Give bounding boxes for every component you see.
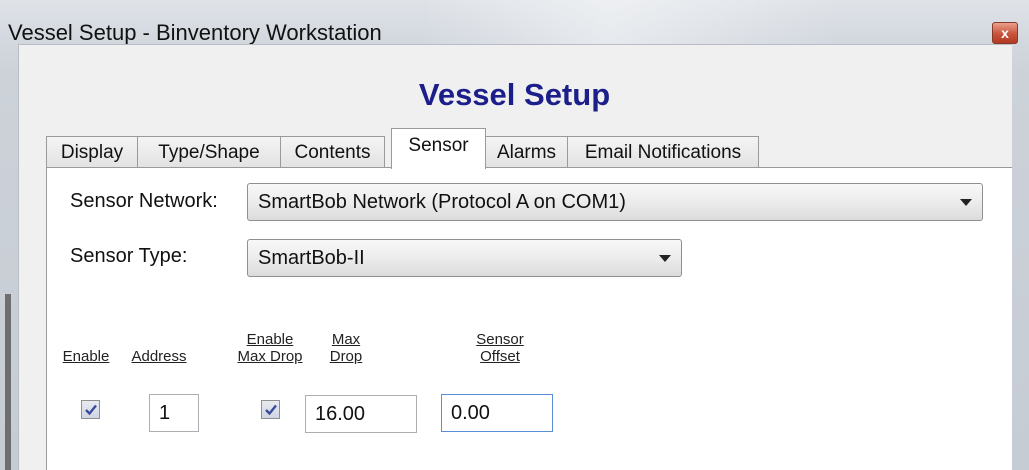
column-header-enable-max-drop-line1: Enable [246, 331, 294, 348]
close-button[interactable]: x [992, 22, 1018, 44]
enable-max-drop-checkbox[interactable] [261, 400, 280, 419]
enable-checkbox[interactable] [81, 400, 100, 419]
sensor-network-label: Sensor Network: [70, 190, 218, 212]
page-title: Vessel Setup [418, 77, 611, 112]
dropdown-arrow-icon [659, 255, 671, 262]
column-header-sensor-offset: Sensor Offset [465, 331, 535, 365]
sensor-type-dropdown[interactable]: SmartBob-II [247, 239, 682, 277]
column-header-sensor-offset-line1: Sensor [476, 331, 524, 348]
tab-email-notifications[interactable]: Email Notifications [567, 136, 759, 168]
tab-sensor[interactable]: Sensor [391, 128, 486, 169]
address-input[interactable]: 1 [149, 394, 199, 432]
column-header-max-drop: Max Drop [321, 331, 371, 365]
tab-type-shape[interactable]: Type/Shape [137, 136, 281, 168]
max-drop-input[interactable]: 16.00 [305, 395, 417, 433]
column-header-enable-max-drop-line2: Max Drop [237, 348, 303, 365]
column-header-enable: Enable [62, 348, 110, 365]
tab-display[interactable]: Display [46, 136, 138, 168]
column-header-enable-text: Enable [62, 348, 110, 365]
sensor-type-label: Sensor Type: [70, 245, 188, 267]
window-title: Vessel Setup - Binventory Workstation [8, 20, 382, 45]
dropdown-arrow-icon [960, 199, 972, 206]
checkmark-icon [85, 404, 97, 416]
sensor-tab-panel: Sensor Network: SmartBob Network (Protoc… [46, 167, 1012, 470]
column-header-max-drop-line1: Max [331, 331, 361, 348]
column-header-sensor-offset-line2: Offset [480, 348, 520, 365]
sensor-offset-input[interactable]: 0.00 [441, 394, 553, 432]
tab-alarms[interactable]: Alarms [485, 136, 568, 168]
column-header-max-drop-line2: Drop [329, 348, 363, 365]
column-header-address-text: Address [131, 348, 187, 365]
background-window-edge [5, 294, 11, 470]
sensor-type-value: SmartBob-II [258, 247, 365, 269]
sensor-network-value: SmartBob Network (Protocol A on COM1) [258, 191, 626, 213]
tab-contents[interactable]: Contents [280, 136, 385, 168]
sensor-network-dropdown[interactable]: SmartBob Network (Protocol A on COM1) [247, 183, 983, 221]
close-icon: x [1001, 25, 1009, 41]
column-header-address: Address [123, 348, 195, 365]
window-right-frame [1012, 74, 1029, 470]
window-left-frame [0, 74, 18, 470]
checkmark-icon [265, 404, 277, 416]
column-header-enable-max-drop: Enable Max Drop [225, 331, 315, 365]
